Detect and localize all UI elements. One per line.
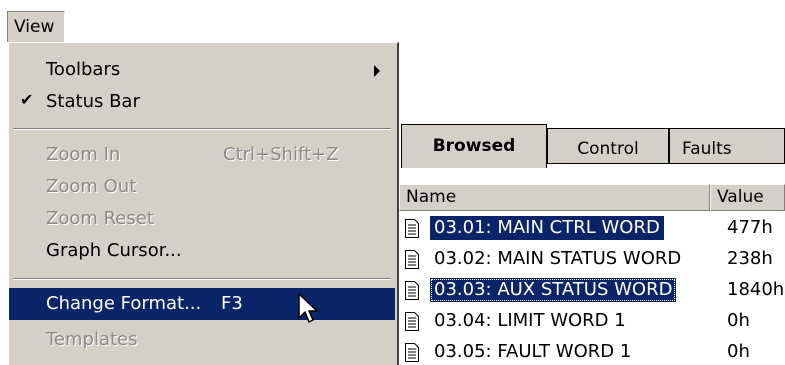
column-header-value[interactable]: Value	[710, 184, 785, 211]
menu-item-change-format-label: Change Format...	[46, 293, 202, 314]
table-row[interactable]: 03.05: FAULT WORD 1 0h	[399, 338, 785, 365]
row-value: 238h	[727, 248, 773, 269]
view-dropdown-menu: Toolbars ✔ Status Bar Zoom In Ctrl+Shift…	[7, 42, 399, 365]
row-name: 03.01: MAIN CTRL WORD	[430, 216, 664, 240]
column-header-value-label: Value	[717, 187, 764, 207]
row-value: 1840h	[727, 279, 785, 300]
document-icon	[405, 250, 419, 269]
menu-item-zoom-reset-label: Zoom Reset	[46, 208, 154, 229]
view-menu-label: View	[14, 17, 55, 37]
menu-item-zoom-in[interactable]: Zoom In Ctrl+Shift+Z	[9, 139, 395, 171]
view-menu-button[interactable]: View	[7, 11, 65, 43]
table-row[interactable]: 03.03: AUX STATUS WORD 1840h	[399, 276, 785, 305]
checkmark-icon: ✔	[20, 90, 34, 109]
column-header-name[interactable]: Name	[399, 184, 710, 211]
row-value: 477h	[727, 217, 773, 238]
menu-item-zoom-in-label: Zoom In	[46, 144, 121, 165]
document-icon	[405, 312, 419, 331]
row-name: 03.02: MAIN STATUS WORD	[434, 248, 682, 269]
tab-faults-label: Faults	[682, 139, 732, 159]
row-value: 0h	[727, 310, 750, 331]
menu-item-change-format-shortcut: F3	[221, 293, 243, 314]
table-row[interactable]: 03.01: MAIN CTRL WORD 477h	[399, 214, 785, 243]
column-header-name-label: Name	[406, 187, 457, 207]
menu-item-graph-cursor[interactable]: Graph Cursor...	[9, 235, 395, 267]
tab-strip-line	[547, 163, 785, 164]
menu-separator	[13, 278, 391, 280]
menu-item-toolbars-label: Toolbars	[46, 59, 121, 80]
menu-item-status-bar[interactable]: ✔ Status Bar	[9, 86, 395, 118]
menu-separator	[13, 128, 391, 130]
row-value: 0h	[727, 341, 750, 362]
document-icon	[405, 343, 419, 362]
table-row[interactable]: 03.04: LIMIT WORD 1 0h	[399, 307, 785, 336]
menu-item-change-format[interactable]: Change Format... F3	[9, 288, 395, 320]
table-row[interactable]: 03.02: MAIN STATUS WORD 238h	[399, 245, 785, 274]
tab-faults[interactable]: Faults	[669, 128, 785, 164]
row-name: 03.05: FAULT WORD 1	[434, 341, 632, 362]
tab-control[interactable]: Control	[547, 128, 669, 164]
document-icon	[405, 219, 419, 238]
menu-item-toolbars[interactable]: Toolbars	[9, 54, 395, 86]
row-name: 03.03: AUX STATUS WORD	[430, 278, 677, 302]
menu-item-graph-cursor-label: Graph Cursor...	[46, 240, 182, 261]
menu-item-zoom-reset[interactable]: Zoom Reset	[9, 203, 395, 235]
row-name: 03.04: LIMIT WORD 1	[434, 310, 626, 331]
document-icon	[405, 281, 419, 300]
menu-item-zoom-out[interactable]: Zoom Out	[9, 171, 395, 203]
mouse-pointer-icon	[298, 293, 318, 323]
menu-item-status-bar-label: Status Bar	[46, 91, 140, 112]
submenu-arrow-icon	[374, 65, 380, 77]
tab-control-label: Control	[577, 139, 639, 159]
menu-item-zoom-out-label: Zoom Out	[46, 176, 137, 197]
tab-browsed-label: Browsed	[432, 136, 516, 156]
menu-item-templates[interactable]: Templates	[9, 324, 395, 356]
menu-item-templates-label: Templates	[46, 329, 138, 350]
menu-item-zoom-in-shortcut: Ctrl+Shift+Z	[223, 144, 339, 165]
tab-browsed[interactable]: Browsed	[401, 124, 547, 168]
